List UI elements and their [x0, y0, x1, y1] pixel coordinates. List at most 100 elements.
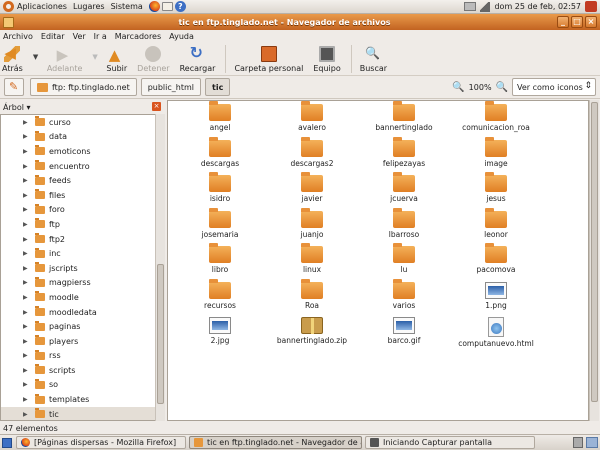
expander-icon[interactable]: ▶	[23, 221, 31, 228]
expander-icon[interactable]: ▶	[23, 338, 31, 345]
expander-icon[interactable]: ▶	[23, 323, 31, 330]
tree-item[interactable]: ▶ templates	[1, 392, 164, 407]
expander-icon[interactable]: ▶	[23, 367, 31, 374]
show-desktop-icon[interactable]	[2, 437, 12, 448]
tree-item[interactable]: ▶ rss	[1, 349, 164, 364]
tree-item[interactable]: ▶ players	[1, 334, 164, 349]
mail-launcher-icon[interactable]	[161, 2, 173, 11]
menu-ayuda[interactable]: Ayuda	[169, 32, 194, 41]
file-item[interactable]: avalero	[266, 101, 358, 136]
file-item[interactable]: jesus	[450, 171, 542, 207]
file-item[interactable]: comunicacion_roa	[450, 101, 542, 136]
sidebar-scrollbar-thumb[interactable]	[157, 264, 164, 404]
menu-aplicaciones[interactable]: Aplicaciones	[17, 2, 67, 11]
zoom-level[interactable]: 100%	[469, 83, 492, 92]
expander-icon[interactable]: ▶	[23, 133, 31, 140]
expander-icon[interactable]: ▶	[23, 192, 31, 199]
expander-icon[interactable]: ▶	[23, 352, 31, 359]
expander-icon[interactable]: ▶	[23, 206, 31, 213]
tree-item[interactable]: ▶ scripts	[1, 363, 164, 378]
tree-item[interactable]: ▶ ftp2	[1, 232, 164, 247]
expander-icon[interactable]: ▶	[23, 279, 31, 286]
close-button[interactable]: ×	[585, 16, 597, 28]
tree-item[interactable]: ▶ emoticons	[1, 144, 164, 159]
reload-button[interactable]: Recargar	[180, 43, 216, 73]
menu-editar[interactable]: Editar	[41, 32, 65, 41]
file-item[interactable]: barco.gif	[358, 313, 450, 349]
tree-item[interactable]: ▶ so	[1, 378, 164, 393]
home-button[interactable]: Carpeta personal	[234, 43, 303, 73]
taskbar-firefox[interactable]: [Páginas dispersas - Mozilla Firefox]	[16, 436, 186, 449]
zoom-in-icon[interactable]: 🔍	[496, 82, 508, 93]
power-icon[interactable]	[585, 1, 597, 12]
file-item[interactable]: varios	[358, 278, 450, 314]
breadcrumb-public-html[interactable]: public_html	[140, 78, 201, 96]
help-launcher-icon[interactable]: ?	[174, 1, 186, 12]
expander-icon[interactable]: ▶	[23, 396, 31, 403]
zoom-out-icon[interactable]: 🔍	[452, 82, 464, 93]
back-history-dropdown[interactable]: ▼	[33, 43, 41, 61]
sidebar-title[interactable]: Árbol ▾	[3, 103, 31, 112]
file-item[interactable]: felipezayas	[358, 136, 450, 172]
menu-archivo[interactable]: Archivo	[3, 32, 33, 41]
tree-item[interactable]: ▶ ftp	[1, 217, 164, 232]
file-item[interactable]: image	[450, 136, 542, 172]
menu-ir-a[interactable]: Ir a	[94, 32, 107, 41]
file-item[interactable]: computanuevo.html	[450, 313, 542, 349]
expander-icon[interactable]: ▶	[23, 294, 31, 301]
file-item[interactable]: recursos	[174, 278, 266, 314]
volume-icon[interactable]	[480, 1, 491, 12]
file-item[interactable]: bannertinglado	[358, 101, 450, 136]
file-item[interactable]: linux	[266, 242, 358, 278]
search-button[interactable]: Buscar	[360, 43, 387, 73]
tree-item[interactable]: ▶ magpierss	[1, 276, 164, 291]
expander-icon[interactable]: ▶	[23, 381, 31, 388]
file-item[interactable]: libro	[174, 242, 266, 278]
main-scrollbar[interactable]	[589, 100, 599, 421]
workspace-switcher-icon[interactable]	[586, 437, 598, 448]
edit-location-button[interactable]	[4, 78, 24, 96]
file-item[interactable]: javier	[266, 171, 358, 207]
file-item[interactable]: angel	[174, 101, 266, 136]
minimize-button[interactable]: _	[557, 16, 569, 28]
tree-item[interactable]: ▶ files	[1, 188, 164, 203]
expander-icon[interactable]: ▶	[23, 250, 31, 257]
file-item[interactable]: 1.png	[450, 278, 542, 314]
file-item[interactable]: leonor	[450, 207, 542, 243]
expander-icon[interactable]: ▶	[23, 265, 31, 272]
menu-marcadores[interactable]: Marcadores	[115, 32, 161, 41]
file-item[interactable]: isidro	[174, 171, 266, 207]
tree-item[interactable]: ▶ moodledata	[1, 305, 164, 320]
tree-item[interactable]: ▶ jscripts	[1, 261, 164, 276]
file-item[interactable]: descargas	[174, 136, 266, 172]
trash-icon[interactable]	[573, 437, 583, 448]
computer-button[interactable]: Equipo	[313, 43, 341, 73]
file-item[interactable]: bannertinglado.zip	[266, 313, 358, 349]
tree-item[interactable]: ▶ inc	[1, 246, 164, 261]
main-scrollbar-thumb[interactable]	[591, 102, 598, 402]
file-item[interactable]: pacomova	[450, 242, 542, 278]
network-icon[interactable]	[464, 2, 477, 11]
firefox-launcher-icon[interactable]	[148, 1, 160, 12]
back-button[interactable]: Atrás	[2, 43, 23, 73]
sidebar-close-icon[interactable]: ×	[152, 102, 161, 111]
up-button[interactable]: Subir	[106, 43, 127, 73]
expander-icon[interactable]: ▶	[23, 411, 31, 418]
tree-item[interactable]: ▶ foro	[1, 203, 164, 218]
menu-sistema[interactable]: Sistema	[111, 2, 143, 11]
expander-icon[interactable]: ▶	[23, 236, 31, 243]
expander-icon[interactable]: ▶	[23, 309, 31, 316]
clock[interactable]: dom 25 de feb, 02:57	[494, 2, 581, 11]
breadcrumb-tic[interactable]: tic	[205, 78, 231, 96]
tree-item-selected[interactable]: ▶ tic	[1, 406, 164, 420]
tree-item[interactable]: ▶ paginas	[1, 319, 164, 334]
menu-ver[interactable]: Ver	[73, 32, 86, 41]
ubuntu-logo-icon[interactable]	[3, 1, 14, 12]
file-item[interactable]: 2.jpg	[174, 313, 266, 349]
expander-icon[interactable]: ▶	[23, 177, 31, 184]
menu-lugares[interactable]: Lugares	[73, 2, 105, 11]
expander-icon[interactable]: ▶	[23, 119, 31, 126]
forward-button[interactable]: Adelante	[47, 43, 83, 73]
tree-item[interactable]: ▶ curso	[1, 115, 164, 130]
file-item[interactable]: josemaria	[174, 207, 266, 243]
